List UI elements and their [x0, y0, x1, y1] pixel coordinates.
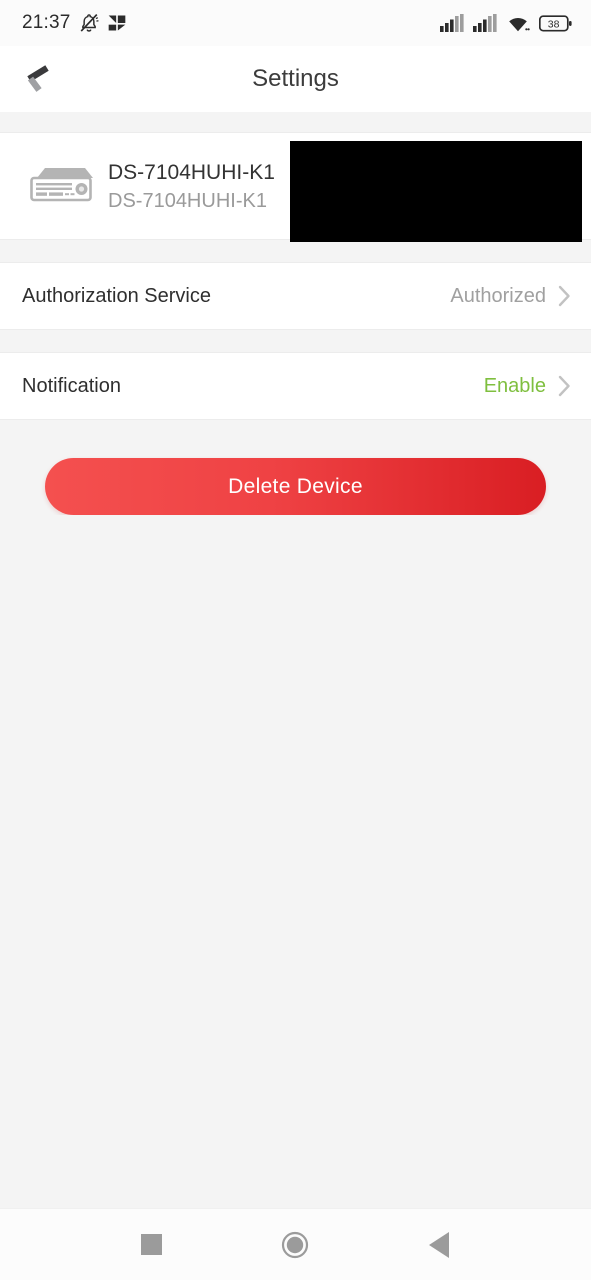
status-bar-left: 21:37 — [22, 12, 127, 34]
dvr-device-icon — [22, 162, 100, 210]
delete-device-button[interactable]: Delete Device — [45, 458, 546, 515]
square-recents-icon — [141, 1234, 163, 1255]
chevron-right-icon — [558, 375, 571, 397]
bell-muted-icon — [78, 12, 100, 34]
wifi-icon — [506, 14, 530, 33]
setting-value-authorization-service: Authorized — [450, 284, 546, 307]
android-navigation-bar — [0, 1208, 591, 1280]
device-card: DS-7104HUHI-K1 DS-7104HUHI-K1 — [0, 132, 591, 242]
setting-value-notification: Enable — [483, 374, 546, 397]
authorization-card: Authorization Service Authorized — [0, 262, 591, 330]
page-title: Settings — [252, 65, 339, 92]
phone-screen: 21:37 38 Settings DS-7104HUHI-K1 DS-7104… — [0, 0, 591, 1280]
redaction-overlay — [290, 141, 582, 242]
device-text-block: DS-7104HUHI-K1 DS-7104HUHI-K1 — [108, 162, 275, 211]
setting-label-notification: Notification — [22, 374, 121, 397]
chevron-right-icon — [558, 285, 571, 307]
setting-right-notification: Enable — [484, 375, 571, 398]
section-gap-top — [0, 112, 591, 132]
notification-card: Notification Enable — [0, 352, 591, 420]
status-bar-right: 38 — [440, 14, 573, 33]
setting-row-notification[interactable]: Notification Enable — [0, 353, 591, 419]
device-row[interactable]: DS-7104HUHI-K1 DS-7104HUHI-K1 — [0, 133, 591, 242]
device-name: DS-7104HUHI-K1 — [108, 161, 275, 184]
signal-bars-sim1-icon — [440, 14, 464, 32]
device-subtitle: DS-7104HUHI-K1 — [108, 189, 267, 211]
recents-button[interactable] — [117, 1215, 187, 1275]
battery-level-text: 38 — [548, 18, 560, 30]
setting-label-authorization-service: Authorization Service — [22, 284, 211, 307]
back-button[interactable] — [12, 55, 60, 103]
delete-button-container: Delete Device — [0, 420, 591, 515]
setting-right-authorization-service: Authorized — [450, 285, 571, 308]
back-chevron-icon — [19, 62, 53, 96]
triangle-back-icon — [429, 1231, 450, 1258]
content-filler — [0, 515, 591, 1208]
battery-icon: 38 — [539, 14, 573, 33]
status-bar: 21:37 38 — [0, 0, 591, 46]
status-bar-clock: 21:37 — [22, 12, 71, 33]
setting-row-authorization-service[interactable]: Authorization Service Authorized — [0, 263, 591, 329]
home-button[interactable] — [260, 1215, 330, 1275]
title-bar: Settings — [0, 46, 591, 112]
section-gap-1 — [0, 240, 591, 262]
data-saver-off-icon — [107, 13, 127, 33]
section-gap-2 — [0, 330, 591, 352]
circle-home-icon — [281, 1231, 309, 1259]
signal-bars-sim2-icon — [473, 14, 497, 32]
back-nav-button[interactable] — [404, 1215, 474, 1275]
